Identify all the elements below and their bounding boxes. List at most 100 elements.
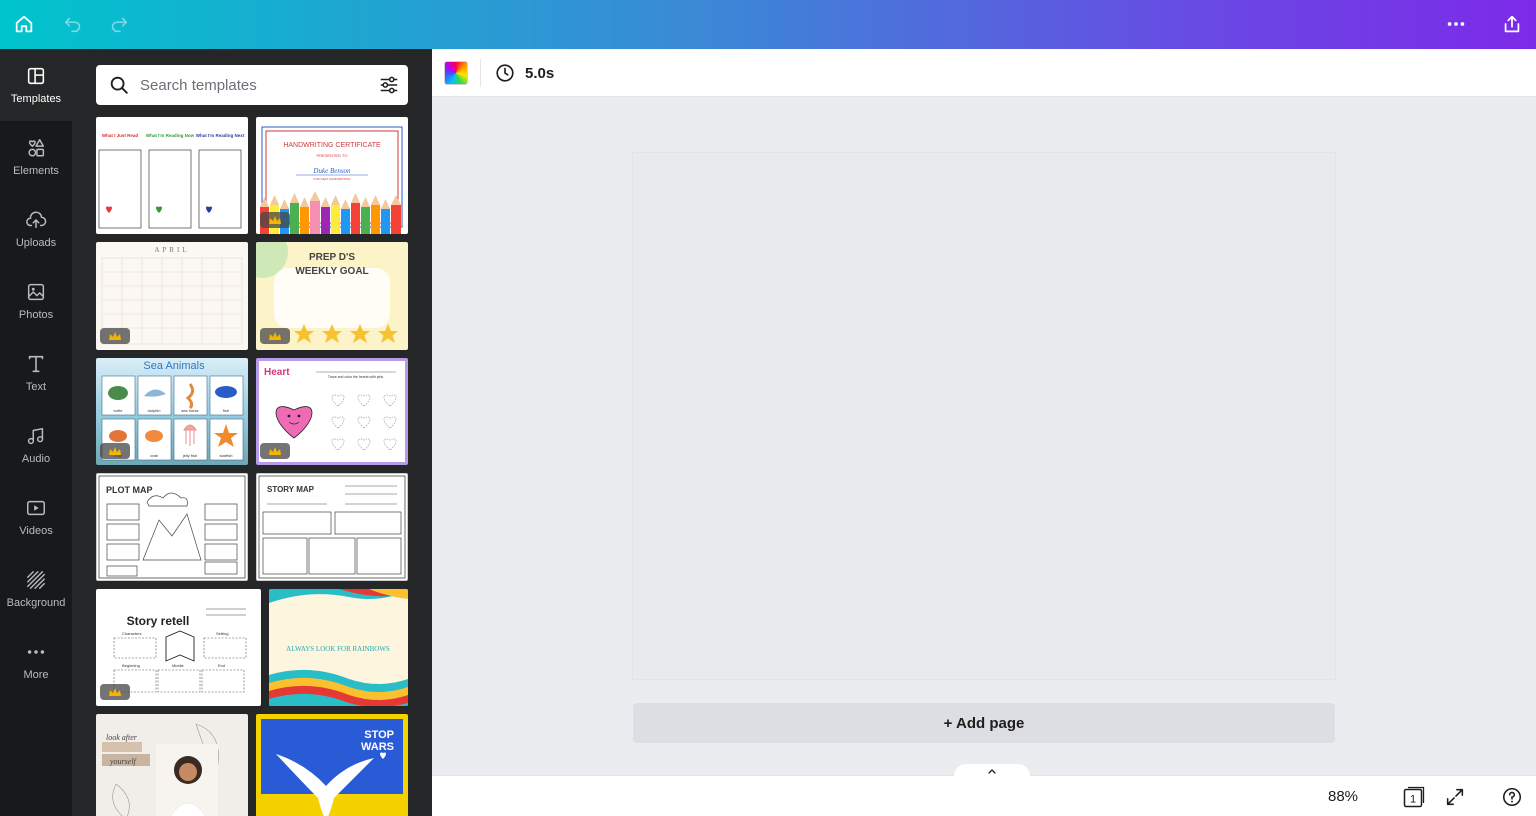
template-april-calendar[interactable]: APRIL (96, 242, 248, 350)
story-map-title: STORY MAP (267, 485, 315, 494)
template-story-retell[interactable]: Story retell Characters Setting Beginnin… (96, 589, 261, 706)
sidebar-item-uploads[interactable]: Uploads (0, 193, 72, 265)
search-bar (96, 65, 408, 105)
retell-label: Characters (122, 631, 142, 636)
sea-label: crab (150, 453, 159, 458)
duration-button[interactable]: 5.0s (494, 62, 554, 84)
template-stop-wars[interactable]: STOP WARS (256, 714, 408, 816)
template-story-map[interactable]: STORY MAP (256, 473, 408, 581)
retell-label: Middle (172, 663, 185, 668)
sidebar-item-photos[interactable]: Photos (0, 265, 72, 337)
reading-col1-label: What I Just Read (102, 133, 139, 138)
add-page-label: + Add page (943, 714, 1025, 732)
certificate-subtitle: PRESENTED TO (317, 153, 348, 158)
crown-icon (269, 331, 281, 340)
template-rainbows[interactable]: ALWAYS LOOK FOR RAINBOWS (269, 589, 408, 706)
page-count: 1 (1410, 794, 1416, 806)
sidebar-item-background[interactable]: Background (0, 553, 72, 625)
stop-wars-line2: WARS (361, 741, 394, 753)
reading-col2-label: What I'm Reading Now (146, 133, 195, 138)
sidebar-item-label: Audio (21, 453, 51, 465)
sea-label: starfish (220, 453, 233, 458)
fullscreen-button[interactable] (1443, 785, 1467, 809)
design-page[interactable] (633, 153, 1335, 679)
template-weekly-goal[interactable]: PREP D'S WEEKLY GOAL (256, 242, 408, 350)
zoom-level[interactable]: 88% (1328, 788, 1358, 805)
chevron-up-icon (988, 768, 996, 774)
premium-badge (100, 443, 130, 459)
help-button[interactable] (1500, 785, 1524, 809)
music-note-icon (27, 427, 44, 445)
sidebar-item-text[interactable]: Text (0, 337, 72, 409)
home-button[interactable] (8, 8, 40, 40)
retell-label: Setting (216, 631, 228, 636)
add-page-button[interactable]: + Add page (633, 703, 1335, 743)
expand-icon (1446, 788, 1464, 806)
templates-icon (27, 67, 45, 85)
side-rail: Templates Elements Uploads Photos Text A… (0, 49, 72, 816)
retell-label: Beginning (122, 663, 140, 668)
sea-label: dolphin (148, 408, 161, 413)
sidebar-item-templates[interactable]: Templates (0, 49, 72, 121)
template-handwriting-certificate[interactable]: HANDWRITING CERTIFICATE PRESENTED TO Duk… (256, 117, 408, 234)
sidebar-item-more[interactable]: More (0, 625, 72, 697)
background-color-button[interactable] (444, 61, 468, 85)
stop-wars-line1: STOP (364, 729, 394, 741)
template-sea-animals[interactable]: Sea Animals turtle dolphin sea horse fis… (96, 358, 248, 465)
sidebar-item-videos[interactable]: Videos (0, 481, 72, 553)
sea-animals-title: Sea Animals (143, 360, 205, 372)
premium-badge (260, 212, 290, 228)
clock-icon (496, 64, 514, 82)
undo-button[interactable] (57, 8, 89, 40)
templates-panel: What I Just Read What I'm Reading Now Wh… (72, 49, 432, 816)
template-reading-log[interactable]: What I Just Read What I'm Reading Now Wh… (96, 117, 248, 234)
share-icon (1504, 15, 1520, 33)
certificate-note: FOR NEAT HANDWRITING (313, 177, 351, 181)
certificate-name: Duke Benson (312, 167, 351, 175)
redo-icon (111, 17, 128, 33)
pages-icon: 1 (1403, 786, 1425, 808)
background-pattern-icon (27, 571, 45, 589)
sidebar-item-label: More (23, 669, 49, 681)
sidebar-item-elements[interactable]: Elements (0, 121, 72, 193)
template-heart-tracing[interactable]: Heart Trace and color the hearts with pi… (256, 358, 408, 465)
sidebar-item-label: Photos (18, 309, 54, 321)
look-after-line1: look after (106, 733, 138, 742)
look-after-line2: yourself (109, 757, 138, 766)
premium-badge (260, 443, 290, 459)
sidebar-item-label: Text (25, 381, 47, 393)
sidebar-item-label: Background (6, 597, 66, 609)
toolbar-divider (480, 59, 481, 87)
share-button[interactable] (1496, 8, 1528, 40)
calendar-month: APRIL (154, 246, 189, 254)
duration-label: 5.0s (525, 64, 555, 82)
cloud-upload-icon (26, 211, 47, 229)
search-input[interactable] (140, 76, 360, 94)
weekly-goal-line1: PREP D'S (309, 252, 355, 263)
more-options-button[interactable] (1440, 8, 1472, 40)
page-count-button[interactable]: 1 (1402, 785, 1426, 809)
elements-icon (28, 139, 45, 157)
sidebar-item-audio[interactable]: Audio (0, 409, 72, 481)
undo-icon (64, 17, 81, 33)
premium-badge (100, 328, 130, 344)
more-horizontal-icon (1447, 22, 1465, 26)
template-plot-map[interactable]: PLOT MAP (96, 473, 248, 581)
sidebar-item-label: Elements (13, 165, 59, 177)
notes-toggle[interactable] (954, 764, 1030, 777)
rainbows-text: ALWAYS LOOK FOR RAINBOWS (286, 645, 390, 653)
template-look-after-yourself[interactable]: look after yourself (96, 714, 248, 816)
sea-label: turtle (114, 408, 124, 413)
redo-button[interactable] (103, 8, 135, 40)
sea-label: sea horse (181, 408, 199, 413)
home-icon (15, 15, 33, 33)
sidebar-item-label: Uploads (15, 237, 57, 249)
filter-icon[interactable] (378, 74, 400, 96)
top-bar (0, 0, 1536, 49)
heart-title: Heart (264, 367, 290, 378)
premium-badge (260, 328, 290, 344)
crown-icon (269, 215, 281, 224)
canvas-workspace: + Add page (432, 97, 1536, 775)
story-retell-title: Story retell (127, 614, 190, 628)
crown-icon (109, 446, 121, 455)
